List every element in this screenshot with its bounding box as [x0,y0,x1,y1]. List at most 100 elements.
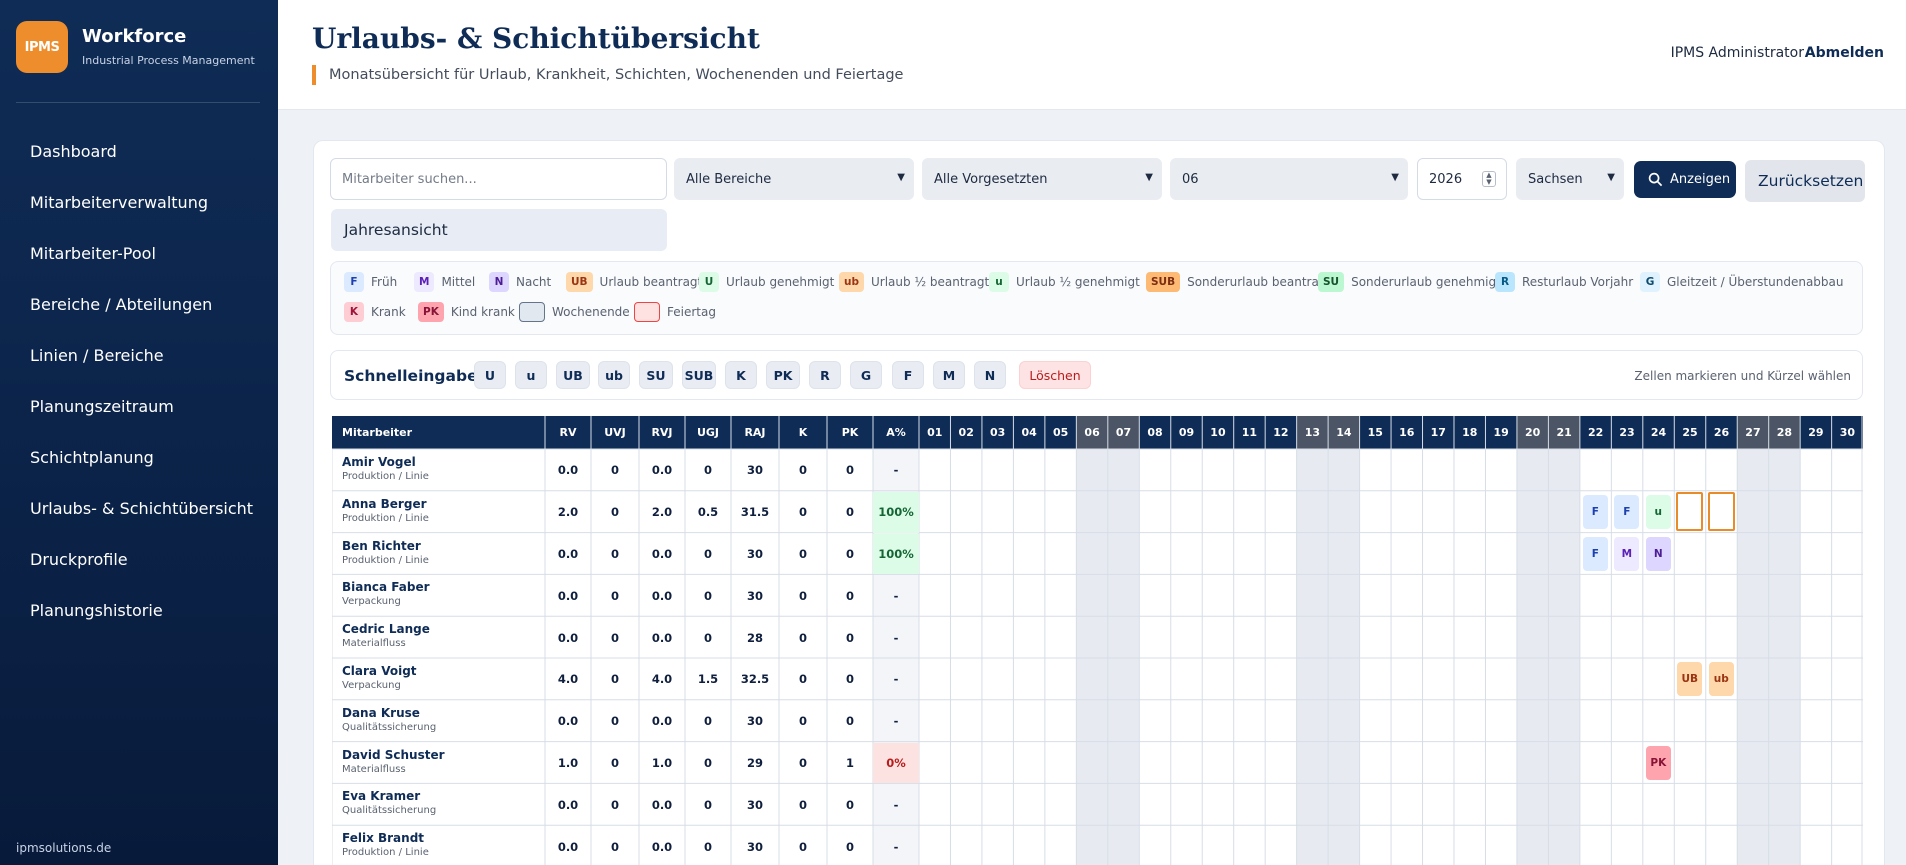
day-cell[interactable] [1706,742,1737,784]
day-cell[interactable] [1580,574,1611,616]
day-cell[interactable] [1076,825,1107,865]
sidebar-item-urlaubsuebersicht[interactable]: Urlaubs- & Schichtübersicht [0,483,278,534]
day-cell[interactable] [1360,491,1391,533]
day-cell[interactable] [1769,574,1800,616]
day-cell[interactable] [1328,742,1359,784]
quick-button-UB[interactable]: UB [556,361,590,389]
day-cell[interactable] [1485,533,1516,575]
day-cell[interactable] [1360,533,1391,575]
day-cell[interactable] [1800,658,1831,700]
sidebar-item-schichtplanung[interactable]: Schichtplanung [0,432,278,483]
day-cell[interactable] [1611,742,1642,784]
day-cell[interactable] [1328,449,1359,491]
day-cell[interactable] [1171,574,1202,616]
day-cell[interactable] [1328,825,1359,865]
quick-button-K[interactable]: K [725,361,757,389]
quick-button-PK[interactable]: PK [766,361,800,389]
schedule-entry[interactable]: M [1614,536,1640,571]
day-cell[interactable] [1171,533,1202,575]
day-cell[interactable] [1139,449,1170,491]
column-header[interactable]: A% [873,416,919,449]
day-cell[interactable] [919,700,950,742]
day-cell[interactable] [1013,616,1044,658]
day-cell[interactable] [1423,574,1454,616]
day-cell[interactable] [1360,742,1391,784]
day-cell[interactable] [1832,825,1863,865]
day-cell[interactable] [1517,742,1548,784]
day-cell[interactable] [1328,700,1359,742]
column-header[interactable]: RAJ [731,416,779,449]
day-cell[interactable] [1674,574,1705,616]
day-cell[interactable] [1485,574,1516,616]
day-cell[interactable] [1706,449,1737,491]
day-cell[interactable] [1737,616,1768,658]
day-cell[interactable] [1171,825,1202,865]
day-cell[interactable] [1297,533,1328,575]
day-cell[interactable] [1391,658,1422,700]
day-cell[interactable] [1391,825,1422,865]
day-cell[interactable] [1423,533,1454,575]
day-cell[interactable] [950,449,981,491]
day-cell[interactable] [1265,574,1296,616]
day-cell[interactable] [1045,700,1076,742]
day-cell[interactable] [1202,491,1233,533]
day-cell[interactable] [1769,825,1800,865]
day-cell[interactable] [1265,533,1296,575]
day-cell[interactable] [1706,574,1737,616]
day-cell[interactable] [1013,700,1044,742]
day-cell[interactable] [919,449,950,491]
day-cell[interactable] [1013,825,1044,865]
day-cell[interactable] [1485,825,1516,865]
day-cell[interactable] [1265,449,1296,491]
day-cell[interactable] [1423,491,1454,533]
day-cell[interactable] [1360,574,1391,616]
day-cell[interactable] [1611,825,1642,865]
day-cell[interactable] [950,533,981,575]
sidebar-item-mitarbeiterverwaltung[interactable]: Mitarbeiterverwaltung [0,177,278,228]
day-cell[interactable] [1800,700,1831,742]
day-cell[interactable] [1076,449,1107,491]
day-cell[interactable] [1013,574,1044,616]
day-cell[interactable] [1045,616,1076,658]
day-cell[interactable] [1202,825,1233,865]
day-cell[interactable] [1139,533,1170,575]
day-cell[interactable] [1076,491,1107,533]
day-cell[interactable] [1643,658,1674,700]
day-cell[interactable] [1548,742,1579,784]
day-cell[interactable] [1076,658,1107,700]
day-cell[interactable] [1580,700,1611,742]
day-cell[interactable] [950,658,981,700]
day-cell[interactable] [1045,825,1076,865]
day-cell[interactable] [1265,616,1296,658]
day-cell[interactable] [1013,783,1044,825]
day-cell[interactable] [1045,742,1076,784]
day-cell[interactable] [1611,574,1642,616]
day-cell[interactable] [1234,825,1265,865]
day-cell[interactable] [950,574,981,616]
day-cell[interactable] [1674,449,1705,491]
day-cell[interactable] [1265,491,1296,533]
day-cell[interactable] [1202,574,1233,616]
day-cell[interactable] [1485,742,1516,784]
day-cell[interactable] [1328,533,1359,575]
day-cell[interactable] [1045,658,1076,700]
day-cell[interactable] [1202,533,1233,575]
day-cell[interactable] [1832,574,1863,616]
day-cell[interactable] [1580,616,1611,658]
day-cell[interactable] [1297,658,1328,700]
day-cell[interactable] [982,533,1013,575]
day-cell[interactable] [1737,783,1768,825]
day-cell[interactable] [982,700,1013,742]
day-cell[interactable] [1265,742,1296,784]
day-cell[interactable] [1517,825,1548,865]
day-cell[interactable] [1234,783,1265,825]
day-cell[interactable] [1171,491,1202,533]
day-cell[interactable] [1454,533,1485,575]
day-cell[interactable] [1423,658,1454,700]
day-cell[interactable] [1737,533,1768,575]
day-cell[interactable] [1234,742,1265,784]
day-cell[interactable] [1832,700,1863,742]
day-cell[interactable] [982,574,1013,616]
day-cell[interactable] [1769,742,1800,784]
day-cell[interactable] [1045,783,1076,825]
